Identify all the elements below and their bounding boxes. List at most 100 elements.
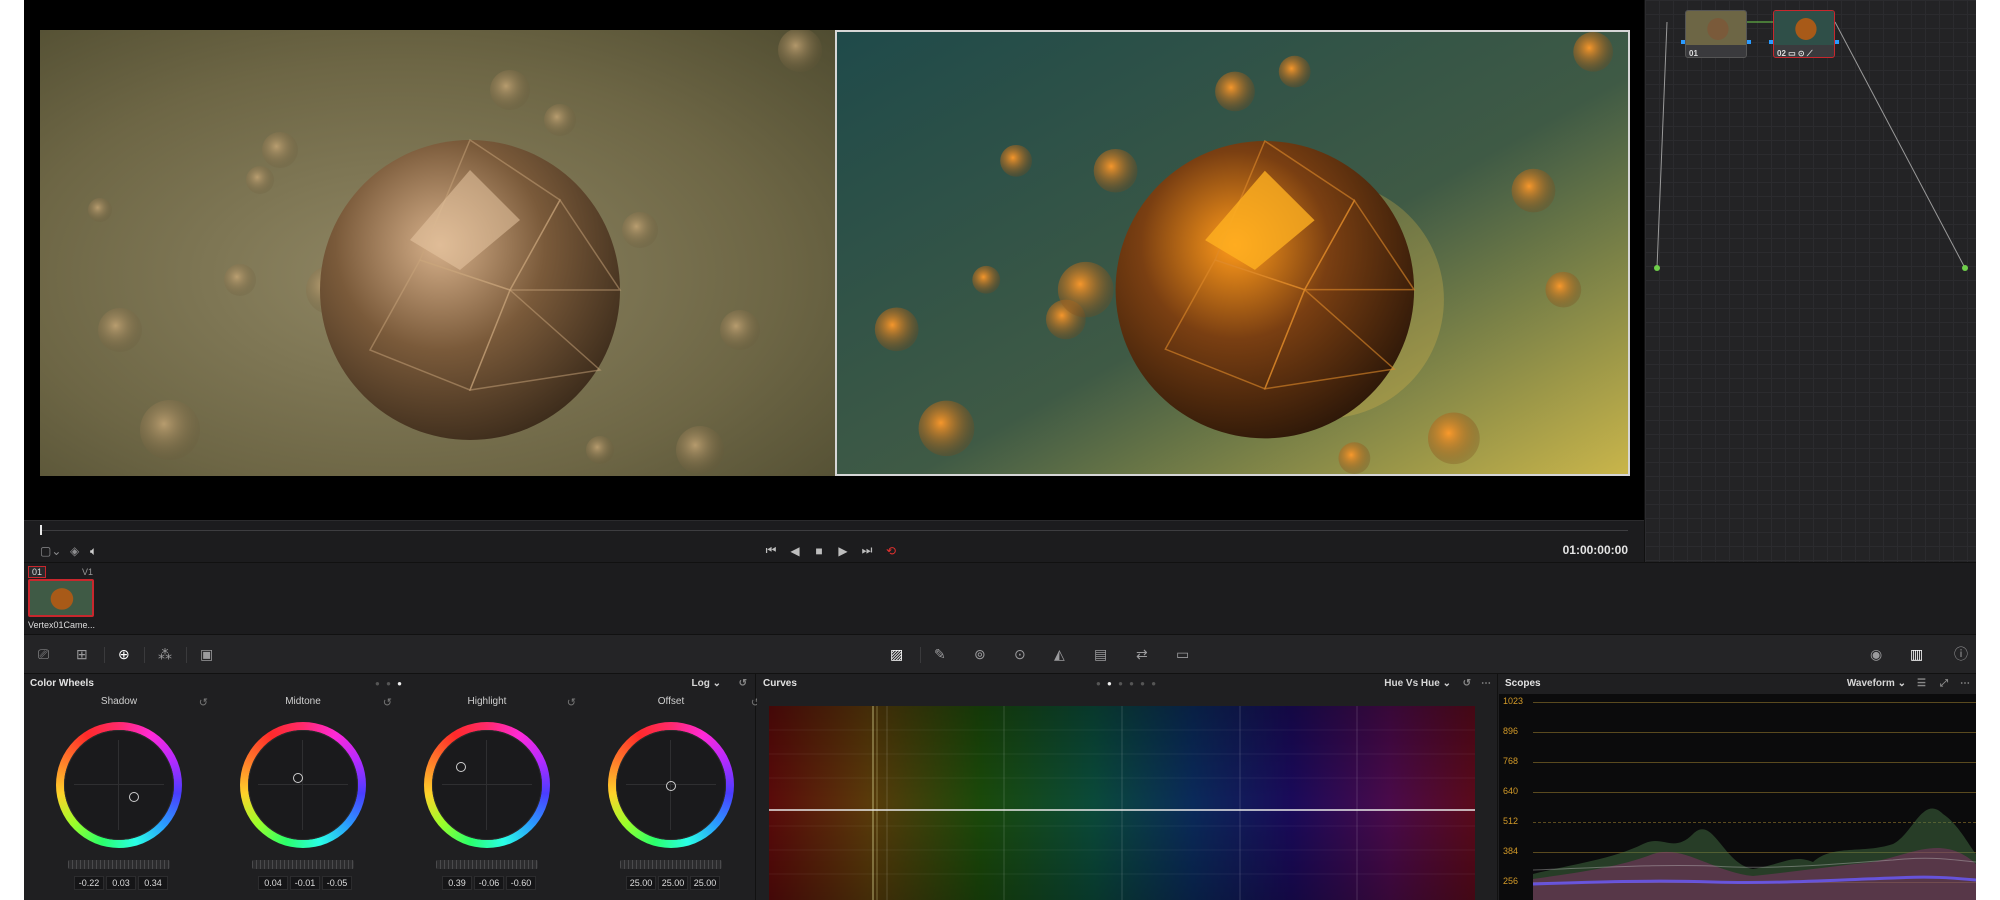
viewer-reference-still[interactable] bbox=[40, 30, 835, 476]
curves-panel: Curves ● ● ● ● ● ● Hue Vs Hue ⌄ ↺ ⋯ bbox=[757, 674, 1498, 900]
stop-icon[interactable]: ■ bbox=[812, 544, 826, 558]
hide-icon[interactable]: ◉ bbox=[1870, 647, 1882, 661]
reset-icon[interactable]: ↺ bbox=[567, 696, 576, 709]
info-icon[interactable]: ⓘ bbox=[1954, 647, 1968, 661]
reset-all-icon[interactable]: ↺ bbox=[739, 678, 747, 689]
wheel-midtone[interactable]: Midtone ↺ 0.04 -0.01 -0.05 bbox=[212, 696, 394, 896]
clip-number: 01 bbox=[28, 566, 47, 578]
wheel-handle[interactable] bbox=[666, 781, 676, 791]
camera-raw-icon[interactable]: ⎚ bbox=[38, 647, 49, 661]
master-wheel-slider[interactable] bbox=[620, 860, 722, 869]
blur-icon[interactable]: ◭ bbox=[1054, 647, 1065, 661]
color-wheel[interactable] bbox=[424, 722, 550, 848]
key-icon[interactable]: ▤ bbox=[1094, 647, 1107, 661]
color-wheel[interactable] bbox=[240, 722, 366, 848]
scope-tick: 512 bbox=[1503, 816, 1519, 826]
tracker-icon[interactable]: ⊙ bbox=[1014, 647, 1026, 661]
playback-controls: ⏮︎ ◀︎ ■ ▶︎ ⏭︎ ⟲ bbox=[764, 543, 898, 558]
wheel-values: -0.22 0.03 0.34 bbox=[74, 876, 168, 890]
palette-toolbar: ⎚ ⊞ ⊕ ⁂ ▣ ▨ ✎ ⊚ ⊙ ◭ ▤ ⇄ ▭ ◉ ▥ ⓘ bbox=[24, 634, 1976, 674]
scope-tick: 896 bbox=[1503, 726, 1519, 736]
page-dots[interactable]: ● ● ● bbox=[375, 679, 404, 688]
node-thumbnail bbox=[1774, 11, 1834, 45]
color-match-icon[interactable]: ⊞ bbox=[76, 647, 88, 661]
waveform-trace bbox=[1533, 808, 1976, 900]
reset-icon[interactable]: ↺ bbox=[1463, 678, 1471, 689]
master-wheel-slider[interactable] bbox=[436, 860, 538, 869]
reset-icon[interactable]: ↺ bbox=[383, 696, 392, 709]
color-wheel[interactable] bbox=[608, 722, 734, 848]
color-wheel[interactable] bbox=[56, 722, 182, 848]
page-dots[interactable]: ● ● ● ● ● ● bbox=[1096, 679, 1158, 688]
playhead[interactable] bbox=[40, 525, 42, 535]
master-wheel-slider[interactable] bbox=[68, 860, 170, 869]
wheel-handle[interactable] bbox=[293, 773, 303, 783]
go-to-start-icon[interactable]: ⏮︎ bbox=[764, 543, 778, 558]
curves-mode-select[interactable]: Hue Vs Hue ⌄ bbox=[1384, 678, 1451, 689]
wheel-highlight[interactable]: Highlight ↺ 0.39 -0.06 -0.60 bbox=[396, 696, 578, 896]
wheel-name: Shadow bbox=[100, 696, 138, 707]
transport-bar: ▢⌄ ◈ 🔈︎ ⏮︎ ◀︎ ■ ▶︎ ⏭︎ ⟲ 01:00:00:00 bbox=[24, 520, 1644, 562]
wheel-shadow[interactable]: Shadow ↺ -0.22 0.03 0.34 bbox=[28, 696, 210, 896]
more-options-icon[interactable]: ⋯ bbox=[1481, 678, 1491, 689]
more-options-icon[interactable]: ⋯ bbox=[1960, 678, 1970, 689]
panel-title: Color Wheels bbox=[30, 677, 94, 689]
3d-icon[interactable]: ▭ bbox=[1176, 647, 1189, 661]
clip-thumbnail[interactable] bbox=[28, 579, 94, 617]
wheel-values: 0.04 -0.01 -0.05 bbox=[258, 876, 352, 890]
curves-icon[interactable]: ▨ bbox=[890, 647, 903, 661]
timecode: 01:00:00:00 bbox=[1562, 543, 1628, 557]
node-tool-icons: ▭ ⊙ ⟋ bbox=[1788, 49, 1813, 58]
window-icon[interactable]: ⊚ bbox=[974, 647, 986, 661]
wheel-handle[interactable] bbox=[456, 762, 466, 772]
curve-editor[interactable] bbox=[769, 706, 1475, 900]
scope-mode-select[interactable]: Waveform ⌄ bbox=[1847, 678, 1906, 689]
audio-icon[interactable]: 🔈︎ bbox=[90, 545, 97, 557]
scope-tick: 768 bbox=[1503, 756, 1519, 766]
timeline-scrubber[interactable] bbox=[40, 530, 1628, 531]
scope-tick: 640 bbox=[1503, 786, 1519, 796]
scope-tick: 384 bbox=[1503, 846, 1519, 856]
play-icon[interactable]: ▶︎ bbox=[836, 544, 850, 558]
scope-tick: 256 bbox=[1503, 876, 1519, 886]
expand-icon[interactable]: ⤢ bbox=[1940, 678, 1948, 689]
viewer-mode-icon[interactable]: ▢⌄ bbox=[40, 545, 61, 557]
layers-icon[interactable]: ◈ bbox=[70, 545, 79, 557]
node-label: 01 bbox=[1689, 49, 1698, 58]
clips-strip: 01 V1 Vertex01Came... bbox=[24, 562, 1976, 634]
node-02[interactable]: 02 ▭ ⊙ ⟋ bbox=[1773, 10, 1835, 58]
viewer bbox=[24, 0, 1644, 520]
viewer-current-frame[interactable] bbox=[835, 30, 1630, 476]
scopes-toggle-icon[interactable]: ▥ bbox=[1910, 647, 1923, 661]
scope-tick: 1023 bbox=[1503, 696, 1524, 706]
wheel-offset[interactable]: Offset ↺ 25.00 25.00 25.00 bbox=[580, 696, 762, 896]
panel-title: Curves bbox=[763, 677, 797, 689]
wheel-handle[interactable] bbox=[129, 792, 139, 802]
node-01[interactable]: 01 bbox=[1685, 10, 1747, 58]
master-wheel-slider[interactable] bbox=[252, 860, 354, 869]
wheel-name: Highlight bbox=[467, 696, 507, 707]
wheel-name: Midtone bbox=[285, 696, 321, 707]
motion-effects-icon[interactable]: ▣ bbox=[200, 647, 213, 661]
wheel-name: Offset bbox=[657, 696, 685, 707]
step-back-icon[interactable]: ◀︎ bbox=[788, 544, 802, 558]
loop-icon[interactable]: ⟲ bbox=[884, 544, 898, 558]
node-graph: 01 02 ▭ ⊙ ⟋ bbox=[1644, 0, 1976, 562]
panel-title: Scopes bbox=[1505, 677, 1541, 689]
wheel-values: 0.39 -0.06 -0.60 bbox=[442, 876, 536, 890]
clip-name: Vertex01Came... bbox=[28, 620, 96, 630]
qualifier-icon[interactable]: ✎ bbox=[934, 647, 946, 661]
wheel-values: 25.00 25.00 25.00 bbox=[626, 876, 720, 890]
reset-icon[interactable]: ↺ bbox=[199, 696, 208, 709]
scopes-panel: Scopes Waveform ⌄ ☰ ⤢ ⋯ 1023 896 768 640… bbox=[1499, 674, 1976, 900]
color-wheels-icon[interactable]: ⊕ bbox=[118, 647, 130, 661]
rgb-mixer-icon[interactable]: ⁂ bbox=[158, 647, 172, 661]
scope-settings-icon[interactable]: ☰ bbox=[1917, 678, 1926, 689]
color-wheels-panel: Color Wheels ● ● ● Log ⌄ ↺ Shadow ↺ -0.2… bbox=[24, 674, 760, 900]
node-thumbnail bbox=[1686, 11, 1746, 45]
sizing-icon[interactable]: ⇄ bbox=[1136, 647, 1148, 661]
wheels-mode-select[interactable]: Log ⌄ bbox=[692, 678, 722, 689]
resolve-color-page: ▢⌄ ◈ 🔈︎ ⏮︎ ◀︎ ■ ▶︎ ⏭︎ ⟲ 01:00:00:00 01 0… bbox=[24, 0, 1976, 900]
go-to-end-icon[interactable]: ⏭︎ bbox=[860, 543, 874, 558]
clip-track: V1 bbox=[82, 567, 94, 577]
